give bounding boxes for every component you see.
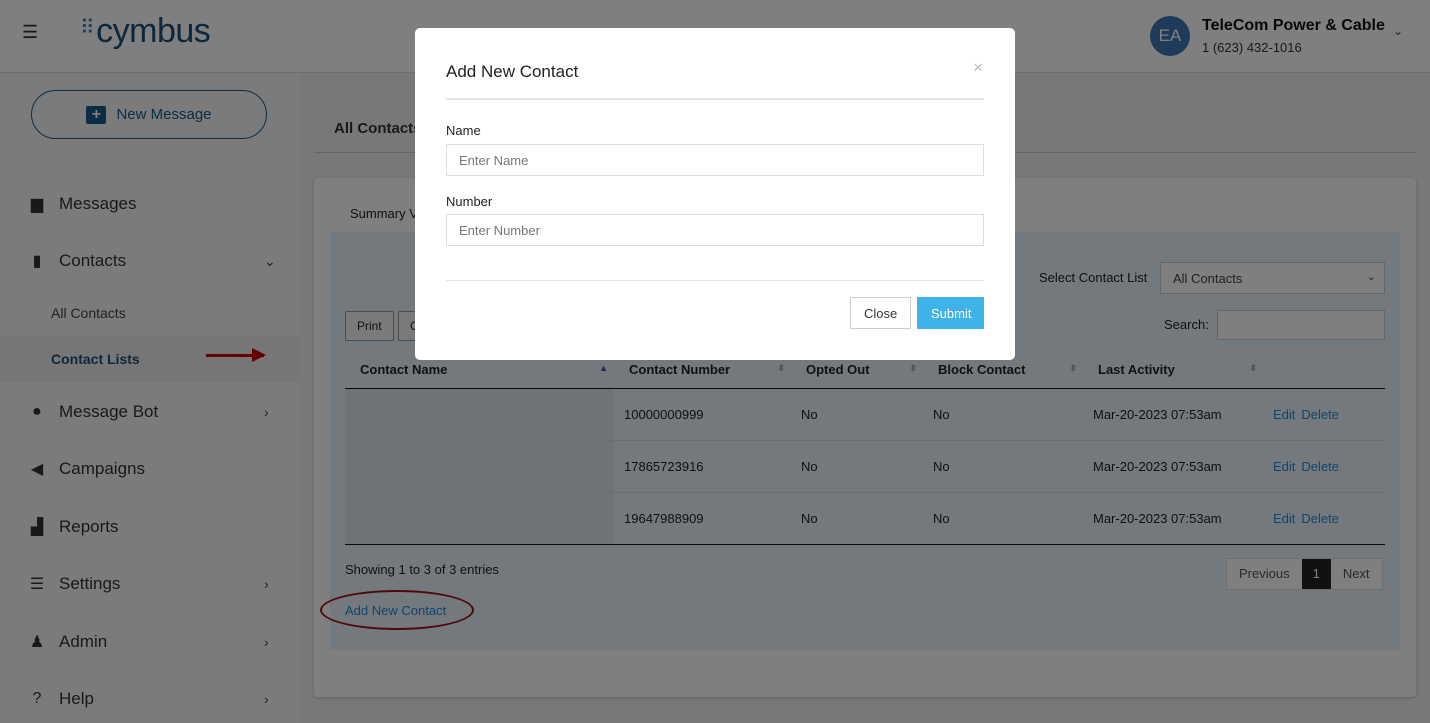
- close-button[interactable]: Close: [850, 297, 912, 329]
- name-label: Name: [446, 123, 481, 138]
- add-contact-modal: Add New Contact × Name Number Close Subm…: [415, 28, 1015, 360]
- modal-title: Add New Contact: [446, 62, 579, 81]
- number-label: Number: [446, 194, 493, 209]
- number-input[interactable]: [446, 214, 984, 246]
- close-icon[interactable]: ×: [973, 58, 983, 78]
- divider: [446, 280, 984, 281]
- divider: [446, 98, 984, 100]
- name-input[interactable]: [446, 144, 984, 176]
- submit-button[interactable]: Submit: [917, 297, 984, 329]
